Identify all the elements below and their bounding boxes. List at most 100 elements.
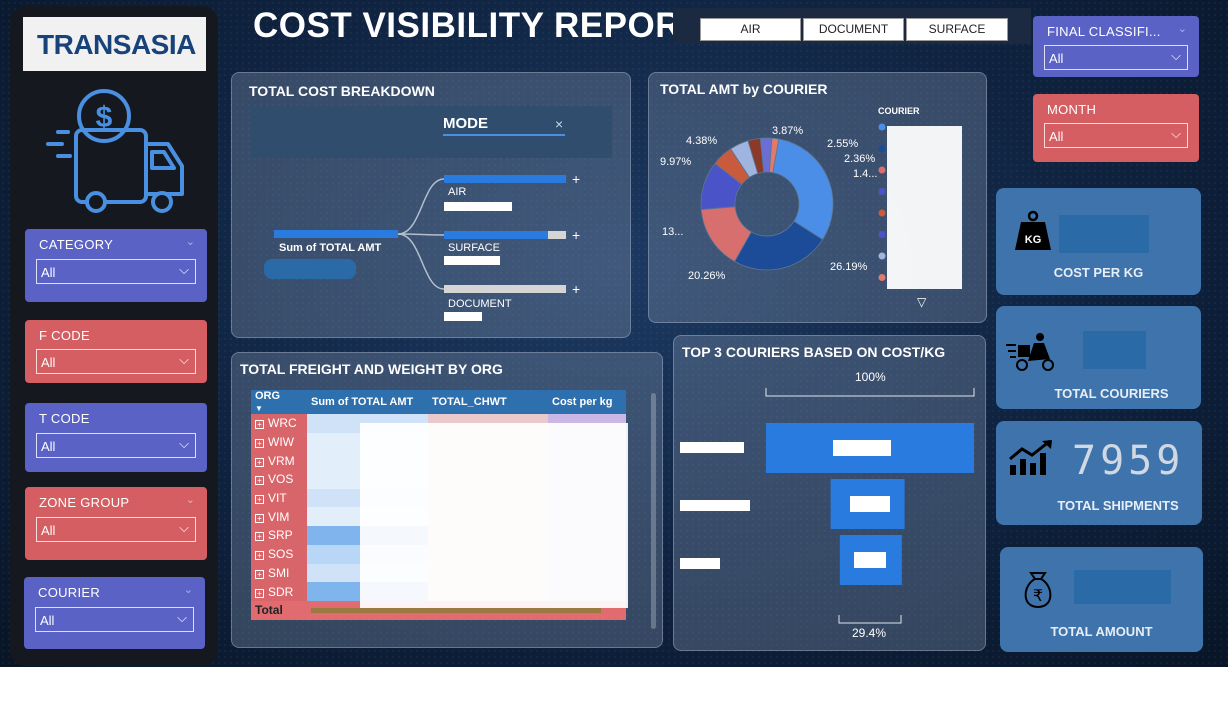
t-code-slicer[interactable]: T CODE All ⌵ — [25, 403, 207, 472]
expand-plus-icon[interactable]: + — [255, 513, 264, 523]
final-classification-dropdown[interactable]: All ⌵ — [1044, 45, 1188, 70]
org-cell[interactable]: + WRC — [251, 414, 307, 433]
category-label: CATEGORY — [39, 237, 114, 252]
t-code-dropdown[interactable]: All ⌵ — [36, 433, 196, 458]
pie-slice[interactable] — [772, 138, 834, 241]
expand-plus-icon[interactable]: + — [255, 457, 264, 467]
total-couriers-value-box — [1083, 331, 1146, 369]
company-logo: TRANSASIA — [23, 17, 206, 71]
org-cell[interactable]: + SDR — [251, 582, 307, 601]
legend-scroll-down-icon[interactable]: ▽ — [917, 295, 926, 309]
chevron-down-icon: ⌄ — [183, 584, 193, 596]
delivery-truck-icon: $ — [46, 89, 184, 213]
final-classification-slicer[interactable]: FINAL CLASSIFI... ⌄ All ⌵ — [1033, 16, 1199, 77]
zone-group-label: ZONE GROUP — [39, 495, 130, 510]
pie-label: 2.55% — [827, 138, 859, 150]
dropdown-arrow-icon: ⌵ — [179, 352, 189, 367]
category-slicer[interactable]: CATEGORY ⌄ All ⌵ — [25, 229, 207, 302]
funnel-value-redacted — [833, 440, 891, 456]
pie-label: 26.19% — [830, 261, 868, 273]
table-scrollbar[interactable] — [651, 393, 656, 629]
org-cell[interactable]: + VIT — [251, 488, 307, 508]
legend-dot[interactable] — [878, 274, 886, 281]
expand-plus-icon[interactable]: + — [572, 171, 580, 187]
category-dropdown[interactable]: All ⌵ — [36, 259, 196, 284]
top-couriers-panel: TOP 3 COURIERS BASED ON COST/KG 100% 29.… — [673, 335, 986, 651]
col-header-chwt[interactable]: TOTAL_CHWT — [428, 390, 548, 414]
funnel-bottom-percent: 29.4% — [852, 626, 887, 640]
page-title: COST VISIBILITY REPORT — [253, 6, 703, 45]
pie-label: 20.26% — [688, 270, 726, 282]
cost-per-kg-card: KG COST PER KG — [996, 188, 1201, 295]
col-header-org[interactable]: ORG ▼ — [251, 390, 307, 414]
final-classification-label: FINAL CLASSIFI... — [1047, 24, 1161, 39]
legend-dot[interactable] — [878, 145, 886, 152]
f-code-slicer[interactable]: F CODE All ⌵ — [25, 320, 207, 383]
expand-plus-icon[interactable]: + — [255, 551, 264, 561]
total-shipments-value: 7959 — [1072, 438, 1185, 484]
zone-group-slicer[interactable]: ZONE GROUP ⌄ All ⌵ — [25, 487, 207, 560]
expand-plus-icon[interactable]: + — [255, 439, 264, 449]
zone-group-dropdown[interactable]: All ⌵ — [36, 517, 196, 542]
chevron-down-icon: ⌄ — [1177, 23, 1187, 35]
org-cell[interactable]: + VRM — [251, 451, 307, 471]
funnel-chart[interactable] — [674, 336, 985, 650]
table-values-redacted — [360, 423, 628, 608]
mode-button-bar: AIR DOCUMENT SURFACE — [673, 8, 1031, 44]
dropdown-arrow-icon: ⌵ — [1171, 48, 1181, 63]
weight-kg-icon: KG — [1015, 210, 1051, 250]
cost-breakdown-panel: TOTAL COST BREAKDOWN MODE × Sum of TOTAL… — [231, 72, 631, 338]
svg-text:KG: KG — [1025, 234, 1042, 246]
org-cell[interactable]: + VIM — [251, 507, 307, 527]
dropdown-arrow-icon: ⌵ — [177, 610, 187, 625]
month-slicer[interactable]: MONTH All ⌵ — [1033, 94, 1199, 162]
legend-dot[interactable] — [878, 231, 886, 238]
decomposition-tree — [264, 175, 566, 321]
legend-dot[interactable] — [878, 209, 886, 217]
branch-air-label[interactable]: AIR — [448, 186, 466, 198]
expand-plus-icon[interactable]: + — [255, 532, 264, 542]
cost-per-kg-caption: COST PER KG — [1053, 265, 1144, 280]
funnel-value-redacted — [854, 552, 886, 568]
expand-plus-icon[interactable]: + — [255, 420, 264, 430]
legend-dot[interactable] — [878, 166, 886, 174]
expand-plus-icon[interactable]: + — [255, 476, 264, 486]
legend-dot[interactable] — [878, 188, 886, 195]
mode-air-button[interactable]: AIR — [700, 18, 801, 41]
expand-plus-icon[interactable]: + — [255, 569, 264, 579]
legend-items-redacted — [887, 126, 962, 289]
col-header-total-amt[interactable]: Sum of TOTAL AMT — [307, 390, 428, 414]
branch-surface-label[interactable]: SURFACE — [448, 242, 500, 254]
pie-label: 4.38% — [686, 135, 718, 147]
f-code-label: F CODE — [39, 328, 90, 343]
funnel-category-redacted — [680, 558, 720, 569]
pie-label: 9.97% — [660, 156, 692, 168]
pie-label: 13... — [662, 226, 684, 238]
courier-slicer[interactable]: COURIER ⌄ All ⌵ — [24, 577, 205, 649]
expand-plus-icon[interactable]: + — [255, 495, 264, 505]
growth-chart-icon — [1009, 439, 1052, 475]
org-cell[interactable]: + VOS — [251, 470, 307, 489]
total-couriers-card: TOTAL COURIERS — [996, 306, 1201, 409]
org-cell[interactable]: + SRP — [251, 526, 307, 545]
mode-document-button[interactable]: DOCUMENT — [803, 18, 904, 41]
legend-dot[interactable] — [878, 123, 886, 131]
courier-pie-panel: TOTAL AMT by COURIER COURIER ▽ 3.87% 2.5… — [648, 72, 987, 323]
total-amount-card: ₹ TOTAL AMOUNT — [1000, 547, 1203, 652]
org-cell[interactable]: + SMI — [251, 563, 307, 583]
col-header-cost-per-kg[interactable]: Cost per kg — [548, 390, 626, 414]
expand-plus-icon[interactable]: + — [255, 588, 264, 598]
branch-document-label[interactable]: DOCUMENT — [448, 298, 512, 310]
total-shipments-caption: TOTAL SHIPMENTS — [1057, 498, 1179, 513]
funnel-top-bracket — [765, 388, 975, 397]
courier-dropdown[interactable]: All ⌵ — [35, 607, 194, 632]
org-cell[interactable]: + SOS — [251, 544, 307, 564]
month-dropdown[interactable]: All ⌵ — [1044, 123, 1188, 148]
t-code-label: T CODE — [39, 411, 90, 426]
expand-plus-icon[interactable]: + — [572, 281, 580, 297]
legend-dot[interactable] — [878, 252, 886, 260]
mode-surface-button[interactable]: SURFACE — [906, 18, 1008, 41]
org-cell[interactable]: + WIW — [251, 432, 307, 452]
expand-plus-icon[interactable]: + — [572, 227, 580, 243]
f-code-dropdown[interactable]: All ⌵ — [36, 349, 196, 374]
